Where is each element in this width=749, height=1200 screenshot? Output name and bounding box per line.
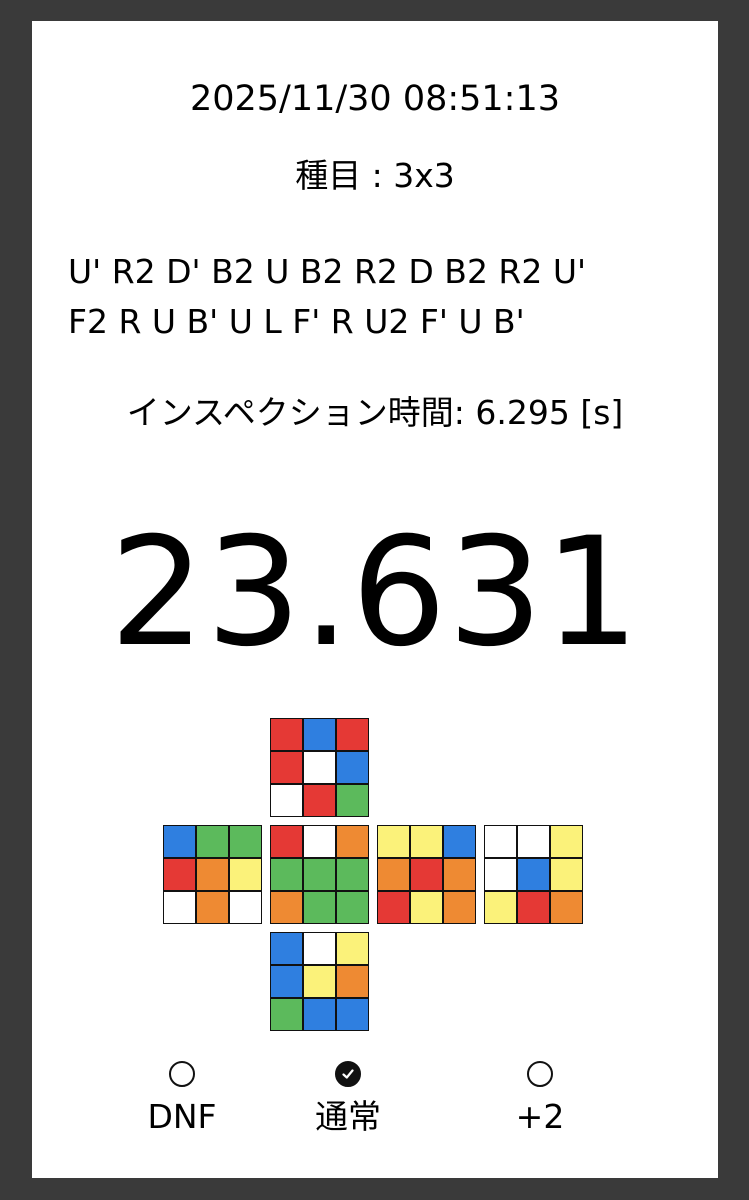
cube-sticker [271, 965, 303, 998]
scramble-line: U' R2 D' B2 U B2 R2 D B2 R2 U' [68, 252, 587, 291]
normal-label: 通常 [315, 1097, 381, 1136]
cube-sticker [517, 891, 550, 923]
cube-sticker [336, 719, 368, 751]
plus2-label: +2 [515, 1097, 565, 1136]
normal-radio[interactable] [335, 1061, 361, 1087]
cube-sticker [410, 826, 443, 858]
cube-sticker [410, 891, 443, 923]
cube-sticker [443, 891, 475, 923]
cube-sticker [271, 784, 303, 816]
cube-sticker [336, 751, 368, 784]
cube-sticker [485, 891, 517, 923]
cube-sticker [550, 826, 582, 858]
cube-sticker [303, 784, 336, 816]
check-icon [342, 1069, 354, 1079]
cube-sticker [303, 891, 336, 923]
cube-sticker [443, 826, 475, 858]
cube-sticker [164, 826, 196, 858]
penalty-dnf-option[interactable]: DNF [122, 1061, 242, 1137]
cube-sticker [196, 891, 229, 923]
cube-sticker [410, 858, 443, 891]
cube-sticker [303, 826, 336, 858]
plus2-radio[interactable] [527, 1061, 553, 1087]
cube-sticker [485, 858, 517, 891]
cube-sticker [271, 933, 303, 965]
cube-sticker [229, 858, 261, 891]
cube-sticker [378, 826, 410, 858]
cube-face-down [270, 932, 369, 1031]
cube-sticker [303, 998, 336, 1030]
cube-sticker [164, 891, 196, 923]
scramble-line: F2 R U B' U L F' R U2 F' U B' [68, 302, 525, 341]
cube-sticker [336, 784, 368, 816]
cube-face-front [270, 825, 369, 924]
cube-sticker [336, 933, 368, 965]
cube-face-up [270, 718, 369, 817]
inspection-time: インスペクション時間: 6.295 [s] [126, 393, 624, 432]
cube-sticker [271, 891, 303, 923]
dnf-label: DNF [147, 1097, 217, 1136]
solve-time: 23.631 [109, 506, 641, 680]
scramble-text: U' R2 D' B2 U B2 R2 D B2 R2 U' F2 R U B'… [68, 247, 688, 347]
cube-sticker [336, 891, 368, 923]
cube-sticker [229, 891, 261, 923]
cube-sticker [271, 998, 303, 1030]
cube-sticker [443, 858, 475, 891]
cube-sticker [303, 858, 336, 891]
cube-sticker [550, 858, 582, 891]
cube-sticker [336, 965, 368, 998]
cube-sticker [485, 826, 517, 858]
cube-sticker [517, 826, 550, 858]
cube-sticker [271, 858, 303, 891]
cube-sticker [303, 719, 336, 751]
cube-sticker [378, 858, 410, 891]
cube-sticker [271, 751, 303, 784]
cube-sticker [303, 933, 336, 965]
cube-sticker [550, 891, 582, 923]
cube-face-right [377, 825, 476, 924]
cube-sticker [229, 826, 261, 858]
cube-sticker [271, 719, 303, 751]
cube-face-left [163, 825, 262, 924]
cube-sticker [517, 858, 550, 891]
solve-card: 2025/11/30 08:51:13 種目 : 3x3 U' R2 D' B2… [32, 21, 718, 1178]
solve-datetime: 2025/11/30 08:51:13 [189, 79, 561, 119]
cube-sticker [336, 858, 368, 891]
cube-face-back [484, 825, 583, 924]
cube-sticker [303, 751, 336, 784]
penalty-normal-option[interactable]: 通常 [288, 1061, 408, 1137]
cube-sticker [336, 998, 368, 1030]
cube-sticker [378, 891, 410, 923]
cube-sticker [196, 858, 229, 891]
event-label: 種目 : 3x3 [295, 156, 455, 195]
dnf-radio[interactable] [169, 1061, 195, 1087]
cube-sticker [271, 826, 303, 858]
cube-sticker [303, 965, 336, 998]
penalty-plus2-option[interactable]: +2 [480, 1061, 600, 1137]
cube-sticker [196, 826, 229, 858]
cube-sticker [336, 826, 368, 858]
cube-sticker [164, 858, 196, 891]
